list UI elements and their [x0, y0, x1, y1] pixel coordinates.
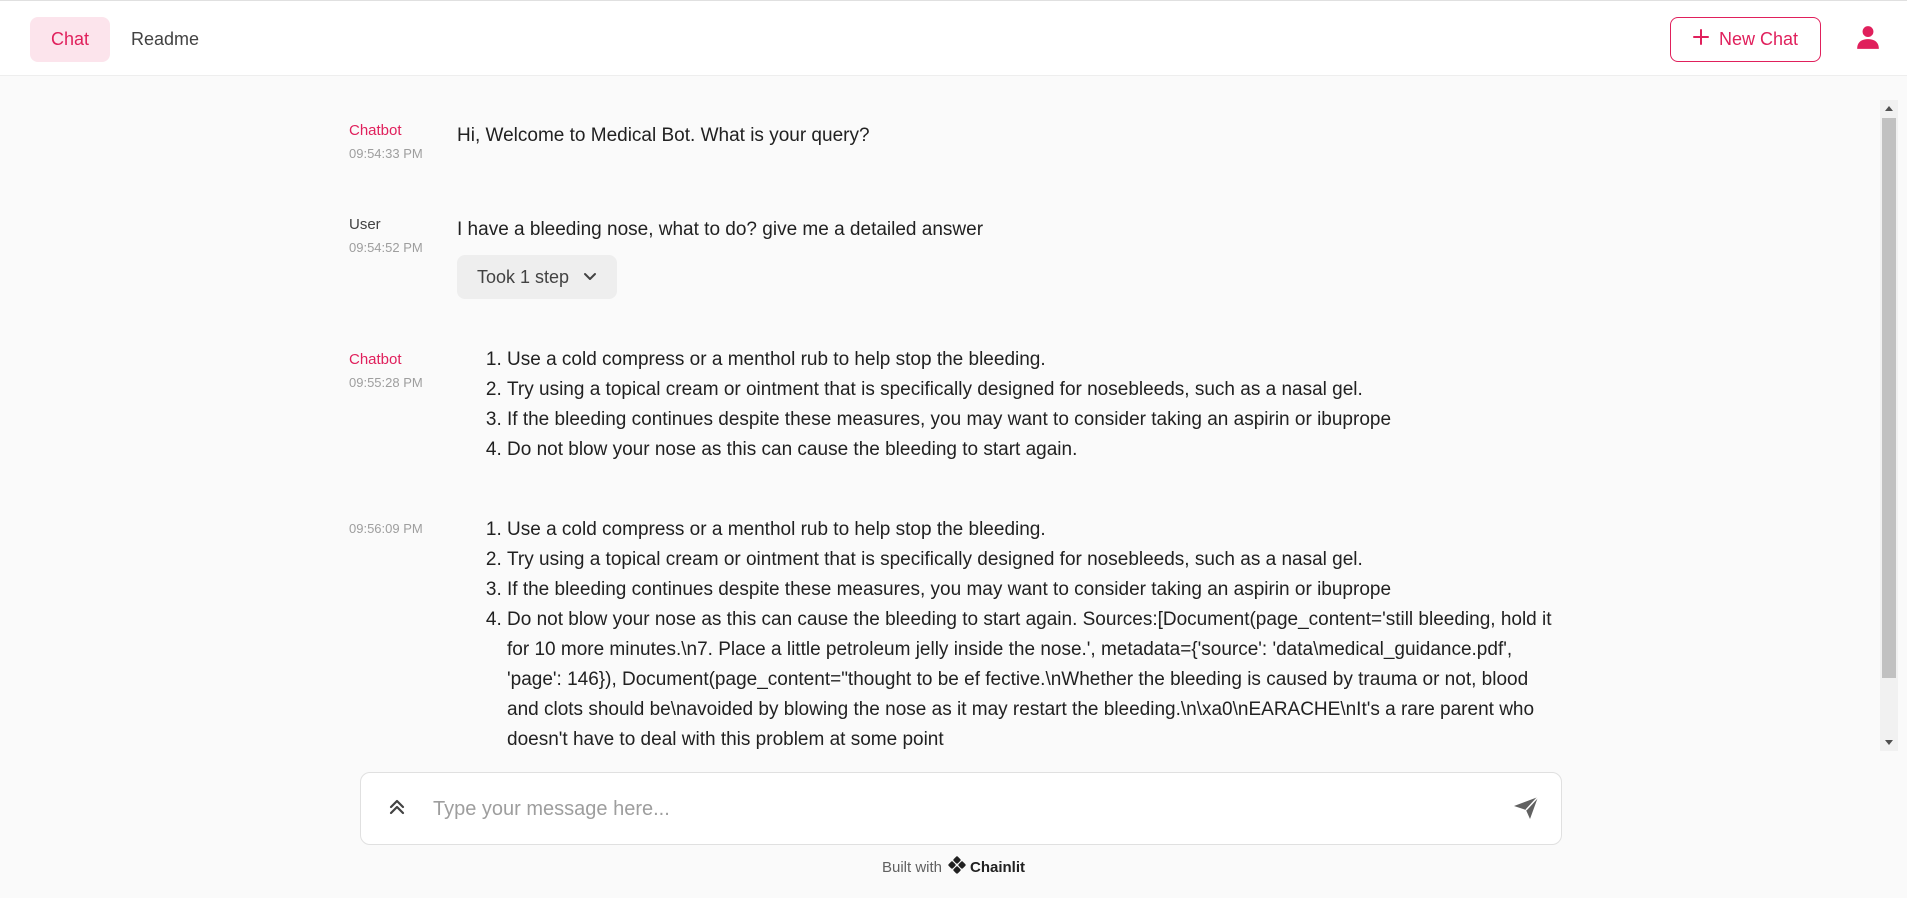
message-time: 09:54:52 PM: [349, 240, 423, 255]
message-content: Use a cold compress or a menthol rub to …: [457, 515, 1557, 753]
message-text: Hi, Welcome to Medical Bot. What is your…: [457, 125, 870, 146]
list-item: Try using a topical cream or ointment th…: [507, 375, 1557, 405]
answer-list: Use a cold compress or a menthol rub to …: [457, 345, 1557, 465]
list-item: Use a cold compress or a menthol rub to …: [507, 345, 1557, 375]
message: Chatbot 09:54:33 PM Hi, Welcome to Medic…: [349, 121, 870, 163]
message-content: Hi, Welcome to Medical Bot. What is your…: [457, 121, 1557, 151]
chainlit-brand-label: Chainlit: [970, 858, 1026, 876]
message-content: I have a bleeding nose, what to do? give…: [457, 215, 1557, 299]
message: User 09:54:52 PM I have a bleeding nose,…: [349, 215, 983, 299]
chainlit-logo-icon: [948, 856, 966, 878]
top-bar: Chat Readme New Chat: [0, 0, 1907, 76]
message: 09:56:09 PM Use a cold compress or a men…: [349, 519, 1552, 750]
steps-toggle-button[interactable]: Took 1 step: [457, 255, 618, 299]
send-button[interactable]: [1511, 795, 1541, 825]
scroll-thumb[interactable]: [1882, 118, 1896, 678]
list-item: If the bleeding continues despite these …: [507, 575, 1557, 605]
user-account-button[interactable]: [1852, 23, 1884, 55]
scroll-down-arrow-icon[interactable]: [1880, 735, 1898, 751]
message-author: Chatbot: [349, 351, 402, 368]
message-composer: [360, 772, 1562, 845]
built-with-text: Built with: [881, 858, 943, 876]
list-item: Use a cold compress or a menthol rub to …: [507, 515, 1557, 545]
list-item: If the bleeding continues despite these …: [507, 405, 1557, 435]
message-time: 09:56:09 PM: [349, 521, 423, 536]
plus-icon: [1692, 29, 1709, 50]
message-author: Chatbot: [349, 122, 402, 139]
scroll-up-arrow-icon[interactable]: [1880, 100, 1898, 116]
message-time: 09:55:28 PM: [349, 375, 423, 390]
message-content: Use a cold compress or a menthol rub to …: [457, 345, 1557, 465]
send-icon: [1513, 795, 1539, 825]
new-chat-label: New Chat: [1718, 29, 1799, 49]
user-icon: [1855, 24, 1881, 55]
new-chat-button[interactable]: New Chat: [1670, 17, 1821, 62]
chat-messages: Chatbot 09:54:33 PM Hi, Welcome to Medic…: [0, 77, 1880, 753]
message-input[interactable]: [431, 789, 1431, 829]
message: Chatbot 09:55:28 PM Use a cold compress …: [349, 349, 1391, 460]
steps-label: Took 1 step: [477, 267, 570, 287]
expand-settings-button[interactable]: [383, 795, 411, 823]
tab-readme[interactable]: Readme: [120, 17, 210, 62]
chainlit-link[interactable]: Chainlit: [948, 856, 1025, 878]
double-chevron-up-icon: [387, 797, 407, 822]
list-item: Do not blow your nose as this can cause …: [507, 435, 1557, 465]
answer-list: Use a cold compress or a menthol rub to …: [457, 515, 1557, 753]
tab-chat[interactable]: Chat: [30, 17, 110, 62]
message-time: 09:54:33 PM: [349, 146, 423, 161]
list-item: Try using a topical cream or ointment th…: [507, 545, 1557, 575]
message-text: I have a bleeding nose, what to do? give…: [457, 219, 984, 240]
chevron-down-icon: [583, 262, 597, 292]
message-author: User: [349, 216, 381, 233]
footer: Built with Chainlit: [0, 855, 1907, 879]
chat-scrollbar[interactable]: [1880, 100, 1898, 751]
list-item: Do not blow your nose as this can cause …: [507, 605, 1557, 753]
